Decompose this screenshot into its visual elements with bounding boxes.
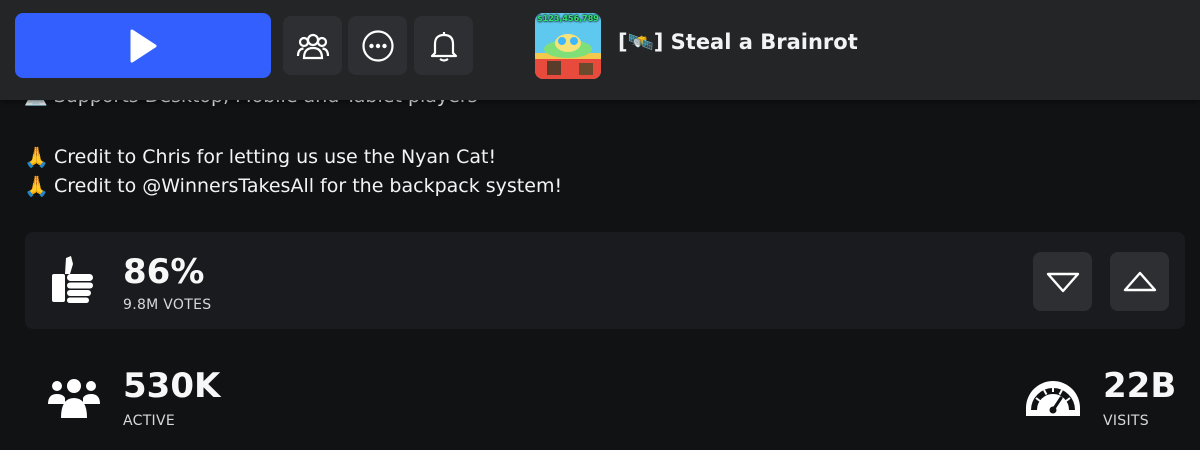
- active-count: 530K: [123, 366, 221, 406]
- speedometer-icon: [1026, 381, 1080, 416]
- vote-percent: 86%: [123, 252, 205, 292]
- credit-text-1: Credit to Chris for letting us use the N…: [54, 146, 497, 168]
- upvote-button[interactable]: [1110, 252, 1169, 311]
- vote-count: 9.8M VOTES: [123, 297, 212, 313]
- active-label: ACTIVE: [123, 413, 176, 429]
- downvote-button[interactable]: [1033, 252, 1092, 311]
- credit-text-2: Credit to @WinnersTakesAll for the backp…: [54, 175, 563, 197]
- top-bar: $123,456,789 [🛰️] Steal a Brainrot: [0, 0, 1200, 100]
- credit-line-1: 🙏 Credit to Chris for letting us use the…: [24, 145, 496, 169]
- play-button[interactable]: [15, 13, 271, 78]
- users-icon: [48, 379, 100, 418]
- visits-label: VISITS: [1103, 413, 1149, 429]
- more-options-button[interactable]: [348, 16, 407, 75]
- notifications-button[interactable]: [414, 16, 473, 75]
- vote-card: 86% 9.8M VOTES: [25, 232, 1185, 329]
- bell-icon: [430, 31, 457, 62]
- credit-line-2: 🙏 Credit to @WinnersTakesAll for the bac…: [24, 174, 562, 198]
- game-title: [🛰️] Steal a Brainrot: [618, 30, 858, 54]
- friends-button[interactable]: [283, 16, 342, 75]
- praying-hands-icon: 🙏: [24, 145, 49, 169]
- triangle-up-icon: [1123, 271, 1156, 291]
- more-icon: [361, 29, 394, 62]
- friends-icon: [296, 33, 329, 59]
- thumbnail-price-text: $123,456,789: [537, 14, 599, 23]
- play-icon: [130, 29, 157, 62]
- visits-count: 22B: [1103, 366, 1177, 406]
- game-thumbnail[interactable]: $123,456,789: [535, 13, 601, 79]
- praying-hands-icon: 🙏: [24, 174, 49, 198]
- thumbs-up-icon: [52, 256, 93, 303]
- triangle-down-icon: [1046, 272, 1079, 292]
